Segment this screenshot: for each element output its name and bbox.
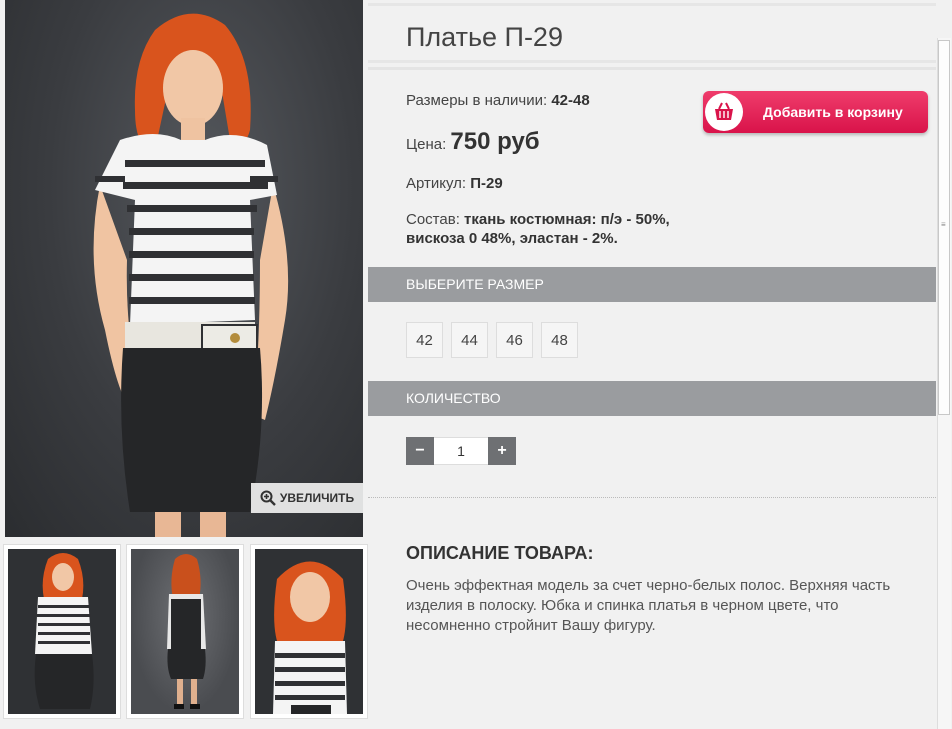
product-details-panel: Платье П-29 Размеры в наличии: 42-48 Цен… bbox=[368, 0, 936, 729]
size-option-46[interactable]: 46 bbox=[496, 322, 533, 358]
thumbnail-closeup[interactable] bbox=[250, 544, 368, 719]
thumbnail-strip bbox=[0, 544, 370, 724]
description-heading: ОПИСАНИЕ ТОВАРА: bbox=[406, 543, 594, 563]
article-row: Артикул: П-29 bbox=[406, 175, 503, 192]
cart-icon-wrap bbox=[705, 93, 743, 131]
title-bar: Платье П-29 bbox=[368, 3, 936, 63]
size-option-42[interactable]: 42 bbox=[406, 322, 443, 358]
zoom-button[interactable]: УВЕЛИЧИТЬ bbox=[251, 483, 363, 513]
price-label: Цена: bbox=[406, 136, 447, 153]
sizes-value: 42-48 bbox=[551, 92, 590, 109]
thumbnail-back[interactable] bbox=[126, 544, 244, 719]
article-value: П-29 bbox=[470, 175, 503, 192]
product-page: УВЕЛИЧИТЬ Платье П-29 Размеры в наличии:… bbox=[0, 0, 952, 729]
thumbnail-front[interactable] bbox=[3, 544, 121, 719]
quantity-increase-button[interactable]: + bbox=[488, 437, 516, 465]
add-to-cart-button[interactable]: Добавить в корзину bbox=[703, 91, 928, 133]
zoom-label: УВЕЛИЧИТЬ bbox=[279, 491, 355, 505]
sizes-available: Размеры в наличии: 42-48 bbox=[406, 92, 590, 109]
quantity-input[interactable] bbox=[434, 437, 488, 465]
size-section-heading: ВЫБЕРИТЕ РАЗМЕР bbox=[368, 267, 936, 302]
zoom-in-icon bbox=[260, 490, 276, 506]
composition-row: Состав: ткань костюмная: п/э - 50%, виск… bbox=[406, 210, 676, 248]
add-to-cart-label: Добавить в корзину bbox=[763, 104, 903, 120]
divider bbox=[368, 67, 936, 70]
price-value: 750 руб bbox=[450, 128, 540, 155]
basket-icon bbox=[715, 102, 733, 120]
quantity-stepper: − + bbox=[406, 437, 516, 465]
main-product-photo[interactable]: УВЕЛИЧИТЬ bbox=[5, 0, 363, 537]
size-option-48[interactable]: 48 bbox=[541, 322, 578, 358]
composition-label: Состав: bbox=[406, 211, 460, 228]
quantity-decrease-button[interactable]: − bbox=[406, 437, 434, 465]
quantity-section-heading: КОЛИЧЕСТВО bbox=[368, 381, 936, 416]
scrollbar-grip-icon: ≡ bbox=[941, 220, 946, 229]
article-label: Артикул: bbox=[406, 175, 467, 192]
size-option-44[interactable]: 44 bbox=[451, 322, 488, 358]
price-row: Цена: 750 руб bbox=[406, 128, 540, 156]
sizes-label: Размеры в наличии: bbox=[406, 92, 548, 109]
description-text: Очень эффектная модель за счет черно-бел… bbox=[406, 577, 891, 634]
model-illustration bbox=[93, 13, 289, 537]
product-title: Платье П-29 bbox=[406, 22, 563, 52]
divider-dotted bbox=[368, 497, 936, 498]
